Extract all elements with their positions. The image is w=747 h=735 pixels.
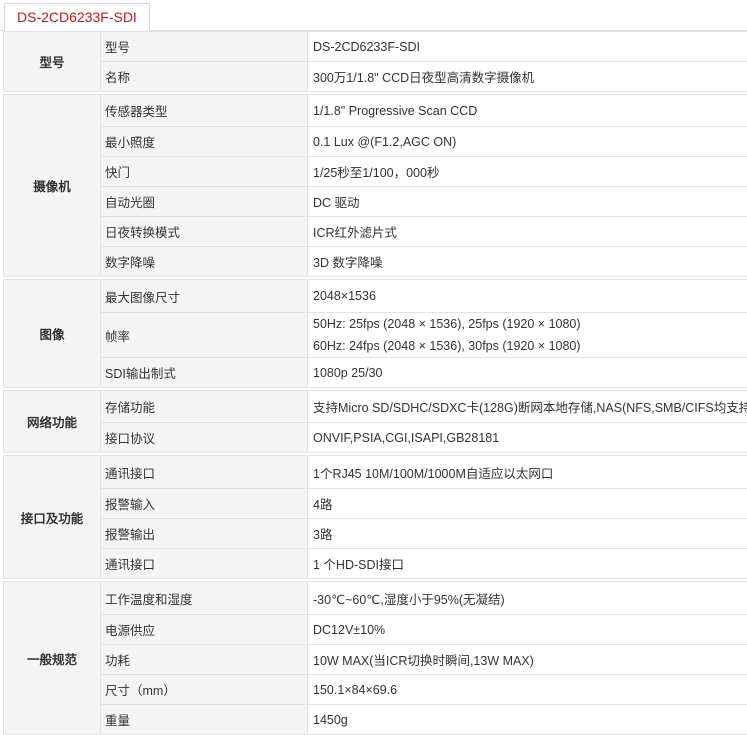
spec-value-line: 300万1/1.8" CCD日夜型高清数字摄像机 <box>313 67 747 86</box>
spec-value-line: ONVIF,PSIA,CGI,ISAPI,GB28181 <box>313 431 747 445</box>
spec-value: ONVIF,PSIA,CGI,ISAPI,GB28181 <box>308 423 747 453</box>
spec-value-line: 150.1×84×69.6 <box>313 683 747 697</box>
spec-label: 通讯接口 <box>101 549 308 579</box>
spec-row: 接口协议 ONVIF,PSIA,CGI,ISAPI,GB28181 <box>4 423 747 453</box>
spec-value-line: -30℃~60℃,湿度小于95%(无凝结) <box>313 589 747 608</box>
spec-value: -30℃~60℃,湿度小于95%(无凝结) <box>308 582 747 615</box>
spec-row: SDI输出制式 1080p 25/30 <box>4 358 747 388</box>
spec-value: DC12V±10% <box>308 615 747 645</box>
spec-row: 快门 1/25秒至1/100，000秒 <box>4 157 747 187</box>
spec-value-line: DC12V±10% <box>313 623 747 637</box>
spec-label: 通讯接口 <box>101 456 308 489</box>
spec-row: 数字降噪 3D 数字降噪 <box>4 247 747 277</box>
spec-label: 自动光圈 <box>101 187 308 217</box>
spec-value: 1/1.8" Progressive Scan CCD <box>308 95 747 127</box>
spec-value: 1080p 25/30 <box>308 358 747 388</box>
spec-value: DC 驱动 <box>308 187 747 217</box>
spec-value-line: 10W MAX(当ICR切换时瞬间,13W MAX) <box>313 650 747 669</box>
group-name: 摄像机 <box>4 95 101 277</box>
spec-label: 功耗 <box>101 645 308 675</box>
spec-label: 最小照度 <box>101 127 308 157</box>
group-name: 一般规范 <box>4 582 101 735</box>
spec-value: 1450g <box>308 705 747 735</box>
spec-value-line: DS-2CD6233F-SDI <box>313 40 747 54</box>
spec-row: 名称 300万1/1.8" CCD日夜型高清数字摄像机 <box>4 62 747 92</box>
spec-row: 报警输入 4路 <box>4 489 747 519</box>
spec-value: 3D 数字降噪 <box>308 247 747 277</box>
spec-value-line: 2048×1536 <box>313 289 747 303</box>
spec-table: 型号型号 DS-2CD6233F-SDI 名称 300万1/1.8" CCD日夜型高清… <box>3 31 747 735</box>
spec-value: 1个RJ45 10M/100M/1000M自适应以太网口 <box>308 456 747 489</box>
spec-row: 功耗 10W MAX(当ICR切换时瞬间,13W MAX) <box>4 645 747 675</box>
spec-value-line: 1 个HD-SDI接口 <box>313 554 747 573</box>
spec-value: 300万1/1.8" CCD日夜型高清数字摄像机 <box>308 62 747 92</box>
tab-bar: DS-2CD6233F-SDI <box>0 0 747 31</box>
spec-label: 报警输出 <box>101 519 308 549</box>
spec-value: DS-2CD6233F-SDI <box>308 32 747 62</box>
spec-label: 快门 <box>101 157 308 187</box>
spec-value: 支持Micro SD/SDHC/SDXC卡(128G)断网本地存储,NAS(NF… <box>308 391 747 423</box>
spec-row: 一般规范工作温度和湿度-30℃~60℃,湿度小于95%(无凝结) <box>4 582 747 615</box>
spec-value-line: 1080p 25/30 <box>313 366 747 380</box>
spec-value-line: 支持Micro SD/SDHC/SDXC卡(128G)断网本地存储,NAS(NF… <box>313 397 747 416</box>
spec-row: 重量 1450g <box>4 705 747 735</box>
group-name: 接口及功能 <box>4 456 101 579</box>
spec-row: 图像最大图像尺寸2048×1536 <box>4 280 747 313</box>
spec-value-line: 60Hz: 24fps (2048 × 1536), 30fps (1920 ×… <box>313 335 747 357</box>
spec-value-line: 50Hz: 25fps (2048 × 1536), 25fps (1920 ×… <box>313 313 747 335</box>
spec-row: 最小照度 0.1 Lux @(F1.2,AGC ON) <box>4 127 747 157</box>
spec-row: 网络功能存储功能支持Micro SD/SDHC/SDXC卡(128G)断网本地存… <box>4 391 747 423</box>
spec-row: 日夜转换模式 ICR红外滤片式 <box>4 217 747 247</box>
group-name: 图像 <box>4 280 101 388</box>
spec-label: 数字降噪 <box>101 247 308 277</box>
spec-label: 名称 <box>101 62 308 92</box>
spec-value-line: 0.1 Lux @(F1.2,AGC ON) <box>313 135 747 149</box>
spec-label: 存储功能 <box>101 391 308 423</box>
spec-value: 150.1×84×69.6 <box>308 675 747 705</box>
spec-value-line: ICR红外滤片式 <box>313 222 747 241</box>
spec-row: 报警输出 3路 <box>4 519 747 549</box>
spec-value: 2048×1536 <box>308 280 747 313</box>
spec-value: 4路 <box>308 489 747 519</box>
spec-label: 型号 <box>101 32 308 62</box>
spec-value: 0.1 Lux @(F1.2,AGC ON) <box>308 127 747 157</box>
spec-label: 日夜转换模式 <box>101 217 308 247</box>
spec-value: 1 个HD-SDI接口 <box>308 549 747 579</box>
spec-label: 最大图像尺寸 <box>101 280 308 313</box>
spec-value-line: 3路 <box>313 524 747 543</box>
spec-value: 3路 <box>308 519 747 549</box>
spec-value-line: 1个RJ45 10M/100M/1000M自适应以太网口 <box>313 463 747 482</box>
spec-label: 电源供应 <box>101 615 308 645</box>
spec-value: 10W MAX(当ICR切换时瞬间,13W MAX) <box>308 645 747 675</box>
spec-label: 报警输入 <box>101 489 308 519</box>
spec-label: 重量 <box>101 705 308 735</box>
spec-label: 帧率 <box>101 313 308 358</box>
spec-value: 1/25秒至1/100，000秒 <box>308 157 747 187</box>
group-name: 网络功能 <box>4 391 101 453</box>
spec-label: 尺寸（mm） <box>101 675 308 705</box>
spec-value: 50Hz: 25fps (2048 × 1536), 25fps (1920 ×… <box>308 313 747 358</box>
spec-label: 接口协议 <box>101 423 308 453</box>
spec-row: 型号型号DS-2CD6233F-SDI <box>4 32 747 62</box>
spec-value-line: 1/25秒至1/100，000秒 <box>313 162 747 181</box>
spec-value-line: 1450g <box>313 713 747 727</box>
spec-row: 摄像机传感器类型1/1.8" Progressive Scan CCD <box>4 95 747 127</box>
spec-value-line: DC 驱动 <box>313 192 747 211</box>
spec-label: SDI输出制式 <box>101 358 308 388</box>
spec-value-line: 4路 <box>313 494 747 513</box>
spec-row: 自动光圈 DC 驱动 <box>4 187 747 217</box>
spec-label: 传感器类型 <box>101 95 308 127</box>
spec-row: 尺寸（mm） 150.1×84×69.6 <box>4 675 747 705</box>
spec-row: 帧率50Hz: 25fps (2048 × 1536), 25fps (1920… <box>4 313 747 358</box>
spec-value: ICR红外滤片式 <box>308 217 747 247</box>
spec-row: 电源供应 DC12V±10% <box>4 615 747 645</box>
spec-label: 工作温度和湿度 <box>101 582 308 615</box>
spec-value-line: 3D 数字降噪 <box>313 252 747 271</box>
spec-row: 通讯接口 1 个HD-SDI接口 <box>4 549 747 579</box>
group-name: 型号 <box>4 32 101 92</box>
spec-row: 接口及功能通讯接口1个RJ45 10M/100M/1000M自适应以太网口 <box>4 456 747 489</box>
spec-value-line: 1/1.8" Progressive Scan CCD <box>313 104 747 118</box>
tab-model[interactable]: DS-2CD6233F-SDI <box>4 3 150 31</box>
